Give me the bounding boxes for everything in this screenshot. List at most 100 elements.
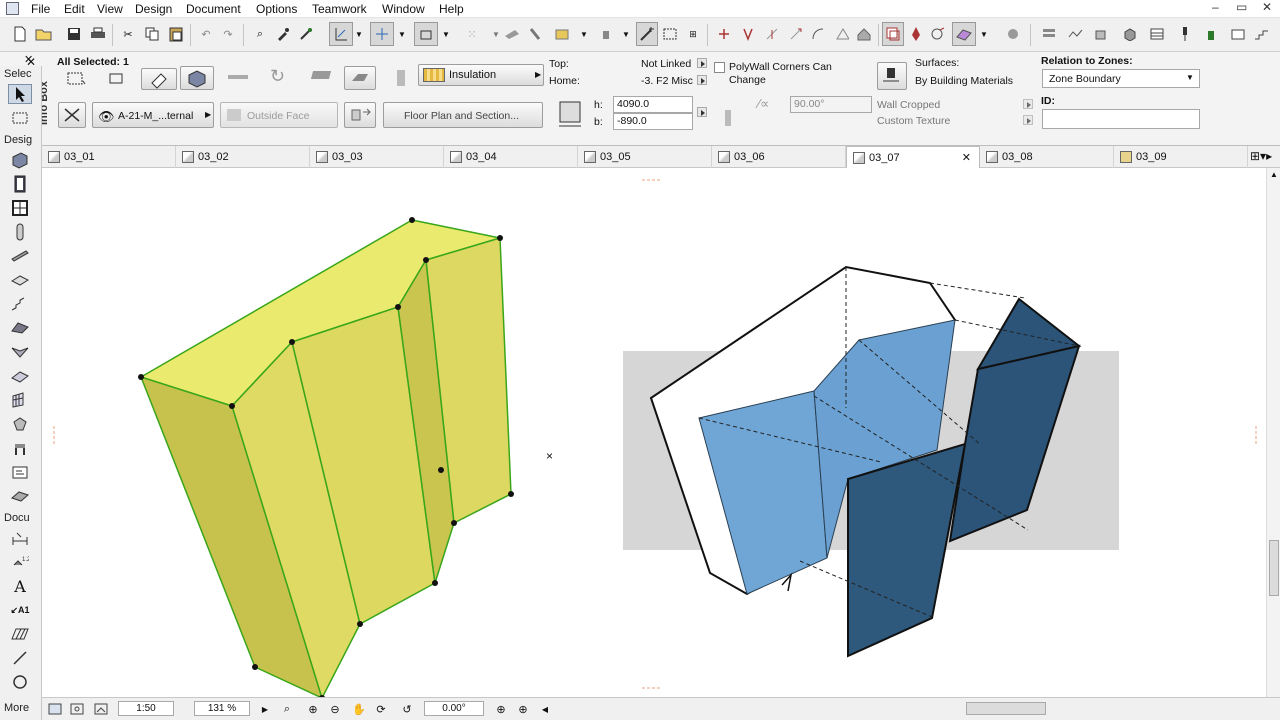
magic-wand-icon[interactable] — [636, 22, 658, 46]
pin-icon[interactable] — [1175, 22, 1195, 46]
open-folder-icon[interactable] — [34, 22, 54, 46]
flip-button[interactable] — [344, 102, 376, 128]
surface-painter-button[interactable] — [877, 62, 907, 90]
menu-window[interactable]: Window — [382, 2, 425, 16]
terrain-icon[interactable] — [1066, 22, 1086, 46]
floor-plan-section-button[interactable]: Floor Plan and Section... — [383, 102, 543, 128]
close-icon[interactable]: ✕ — [24, 53, 33, 66]
polygonal-wall-icon[interactable] — [344, 66, 376, 90]
rotate-view-icon[interactable]: ↺ — [398, 701, 416, 717]
line-tool-icon[interactable] — [8, 648, 32, 668]
chevron-down-icon[interactable]: ▼ — [353, 22, 365, 46]
custom-texture-arrow-icon[interactable] — [1023, 115, 1033, 125]
orbit-icon[interactable]: ⟳ — [372, 701, 390, 717]
chevron-down-icon[interactable]: ▼ — [440, 22, 452, 46]
3d-window-icon[interactable] — [952, 22, 976, 46]
menu-help[interactable]: Help — [439, 2, 464, 16]
top-value[interactable]: Not Linked — [641, 58, 691, 70]
tab-03-08[interactable]: 03_08 — [980, 146, 1114, 168]
slab-tool-icon[interactable] — [8, 270, 32, 290]
stack-icon[interactable] — [1039, 22, 1059, 46]
bottle-icon[interactable] — [1201, 22, 1221, 46]
marquee-tool-icon[interactable] — [8, 108, 32, 128]
close-window-button[interactable]: ✕ — [1262, 0, 1272, 14]
sphere-icon[interactable] — [1003, 22, 1023, 46]
trim-icon[interactable] — [525, 22, 545, 46]
scale-field[interactable]: 1:50 — [118, 701, 174, 716]
level-dimension-tool-icon[interactable]: 1.2 — [8, 552, 32, 572]
object-tool-icon[interactable] — [8, 438, 32, 458]
gravity-icon[interactable] — [414, 22, 438, 46]
tab-03-01[interactable]: 03_01 — [42, 146, 176, 168]
save-icon[interactable] — [64, 22, 84, 46]
snap-anchor-button[interactable] — [58, 102, 86, 128]
selection-mode-icon[interactable] — [66, 71, 86, 87]
layer-icon[interactable] — [552, 22, 572, 46]
tab-03-09[interactable]: 03_09 — [1114, 146, 1248, 168]
chevron-down-icon[interactable]: ▼ — [978, 22, 990, 46]
fit-in-window-icon[interactable]: ⌕ — [278, 701, 296, 717]
zoom-previous-icon[interactable]: ⊕ — [492, 701, 510, 717]
tab-03-03[interactable]: 03_03 — [310, 146, 444, 168]
building-material-dropdown[interactable]: Insulation ▶ — [418, 64, 544, 86]
marker-icon[interactable] — [596, 22, 616, 46]
3d-explorer-icon[interactable] — [928, 22, 948, 46]
menu-options[interactable]: Options — [256, 2, 297, 16]
polygon-select-icon[interactable] — [108, 71, 128, 87]
tab-03-06[interactable]: 03_06 — [712, 146, 846, 168]
tab-03-04[interactable]: 03_04 — [444, 146, 578, 168]
menu-edit[interactable]: Edit — [64, 2, 85, 16]
beam-tool-icon[interactable] — [8, 246, 32, 266]
layer-dropdown[interactable]: 👁 A-21-M_...ternal ▶ — [92, 102, 214, 128]
composite-icon[interactable] — [394, 68, 408, 88]
roof-icon[interactable] — [854, 22, 874, 46]
section-model[interactable] — [623, 265, 1119, 658]
scroll-thumb[interactable] — [1269, 540, 1279, 596]
offset-arrow-icon[interactable] — [697, 107, 707, 117]
id-input[interactable] — [1042, 109, 1200, 129]
tab-03-02[interactable]: 03_02 — [176, 146, 310, 168]
zoom-field[interactable]: 131 % — [194, 701, 250, 716]
inject-icon[interactable] — [296, 22, 316, 46]
fill-tool-icon[interactable] — [8, 624, 32, 644]
redo-icon[interactable]: ↷ — [218, 22, 238, 46]
roof-tool-icon[interactable] — [8, 318, 32, 338]
reference-line-dropdown[interactable]: Outside Face — [220, 102, 338, 128]
3d-model-view[interactable]: × — [42, 168, 1266, 701]
home-story-arrow-icon[interactable] — [697, 75, 707, 85]
text-tool-icon[interactable]: A — [8, 576, 32, 596]
grid-snap-icon[interactable]: ⁙ — [462, 22, 482, 46]
home-value[interactable]: -3. F2 Misc — [641, 75, 693, 87]
menu-teamwork[interactable]: Teamwork — [312, 2, 367, 16]
view-mode-icon[interactable] — [46, 701, 64, 717]
cube-icon[interactable] — [1120, 22, 1140, 46]
tab-list-icon[interactable]: ⊞▾▸ — [1250, 149, 1272, 163]
menu-file[interactable]: File — [31, 2, 50, 16]
curtain-wall-tool-icon[interactable] — [8, 390, 32, 410]
relation-dropdown[interactable]: Zone Boundary ▼ — [1042, 69, 1200, 88]
horizontal-scroll-thumb[interactable] — [966, 702, 1046, 715]
geometry-method-button[interactable] — [141, 68, 177, 90]
close-tab-icon[interactable]: ✕ — [962, 151, 971, 164]
vertical-scrollbar[interactable]: ▲ — [1266, 168, 1280, 697]
morph-tool-icon[interactable] — [8, 414, 32, 434]
offset-icon[interactable] — [832, 22, 852, 46]
zone-tool-icon[interactable] — [8, 462, 32, 482]
snap-guides-icon[interactable] — [370, 22, 394, 46]
tab-03-07[interactable]: 03_07 ✕ — [846, 146, 980, 168]
mesh-tool-icon[interactable] — [8, 486, 32, 506]
top-link-arrow-icon[interactable] — [697, 58, 707, 68]
chevron-down-icon[interactable]: ▼ — [616, 22, 636, 46]
box-icon[interactable] — [1092, 22, 1112, 46]
schedule-icon[interactable] — [1147, 22, 1167, 46]
selected-polywall[interactable] — [138, 217, 514, 701]
zoom-next-icon[interactable]: ⊕ — [514, 701, 532, 717]
undo-icon[interactable]: ↶ — [196, 22, 216, 46]
minimize-button[interactable]: – — [1212, 0, 1219, 14]
stretch-icon[interactable] — [786, 22, 806, 46]
group-icon[interactable] — [660, 22, 680, 46]
height-input[interactable]: 4090.0 — [613, 96, 693, 113]
wall-cropped-arrow-icon[interactable] — [1023, 99, 1033, 109]
straight-wall-icon[interactable] — [228, 75, 248, 79]
base-offset-input[interactable]: -890.0 — [613, 113, 693, 130]
